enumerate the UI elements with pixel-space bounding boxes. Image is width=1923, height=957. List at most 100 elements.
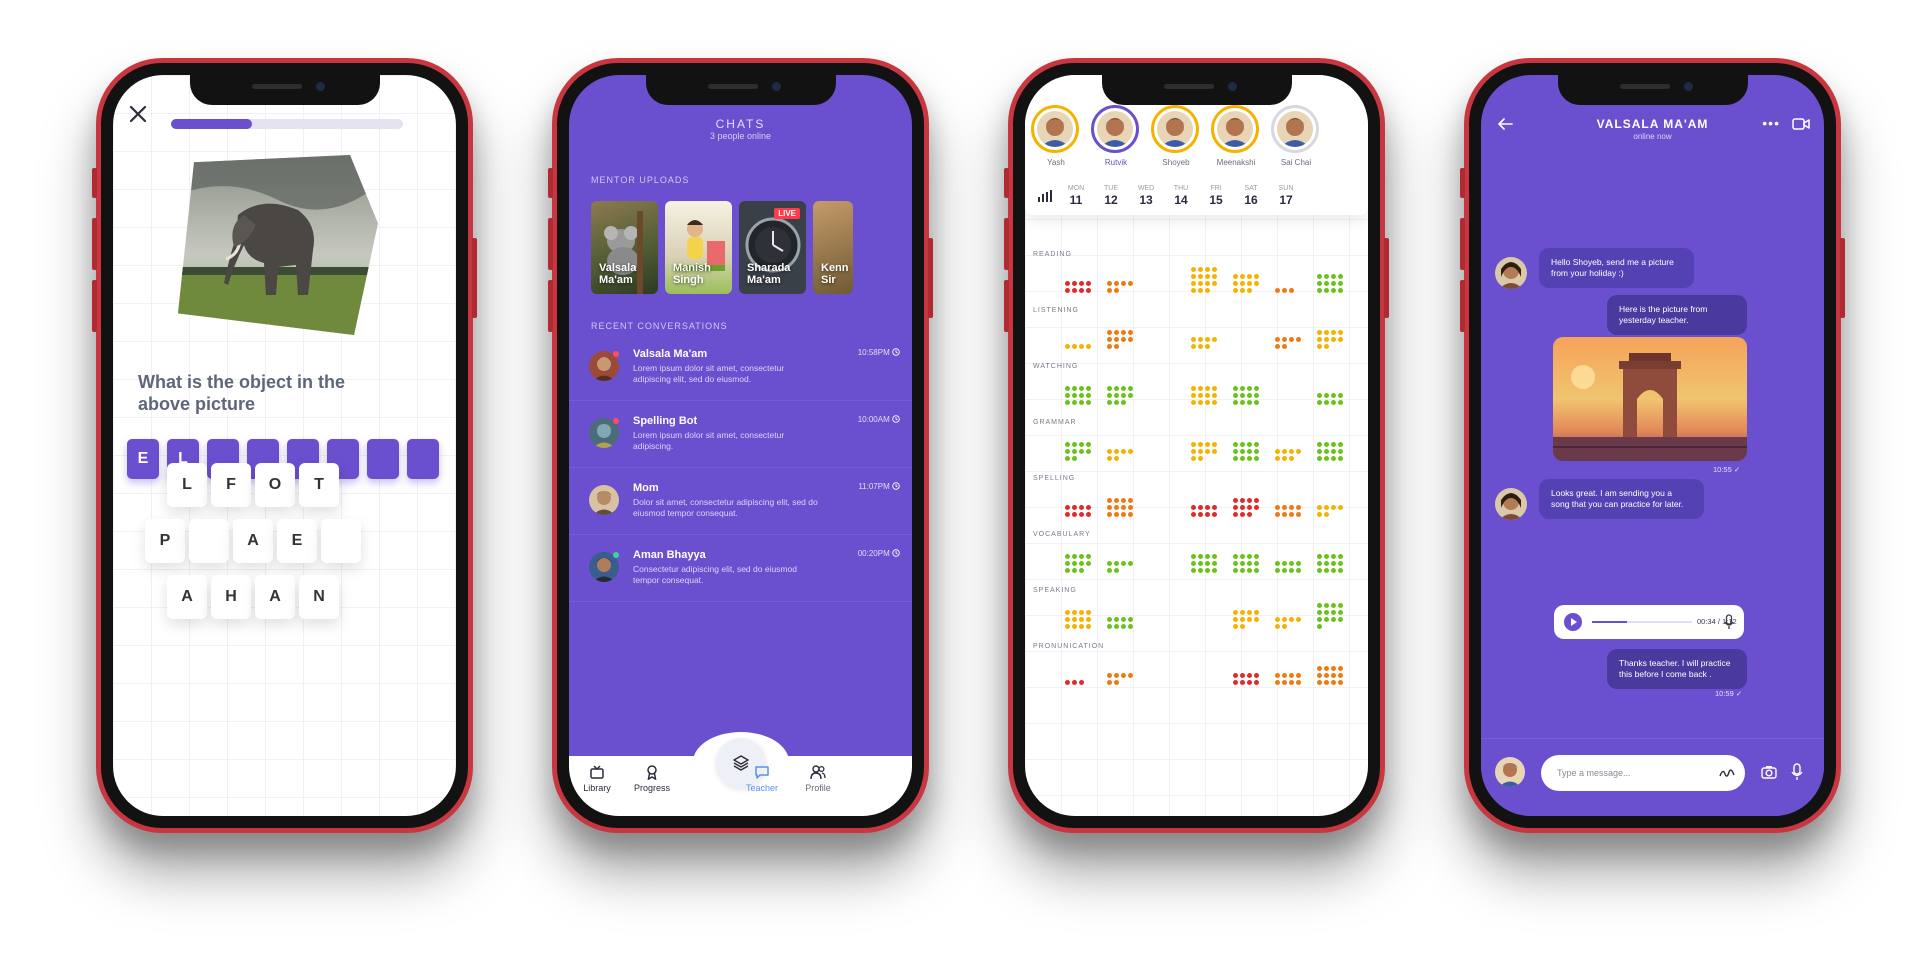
- skill-score-dots[interactable]: [1107, 561, 1133, 573]
- skill-score-dots[interactable]: [1317, 274, 1343, 293]
- skill-score-dots[interactable]: [1107, 498, 1133, 517]
- audio-player[interactable]: 00:34 / 1:12: [1554, 605, 1744, 639]
- letter-tile[interactable]: F: [211, 463, 251, 507]
- skill-score-dots[interactable]: [1317, 554, 1343, 573]
- more-icon[interactable]: •••: [1762, 115, 1780, 131]
- upload-card[interactable]: LIVE Sharada Ma'am: [739, 201, 806, 294]
- camera-icon[interactable]: [1761, 765, 1777, 784]
- tab-library[interactable]: Library: [572, 764, 622, 793]
- letter-tile[interactable]: A: [167, 575, 207, 619]
- skill-score-dots[interactable]: [1107, 617, 1133, 629]
- skill-score-dots[interactable]: [1065, 505, 1091, 517]
- skill-score-dots[interactable]: [1191, 337, 1217, 349]
- conversation-item[interactable]: Aman Bhayya Consectetur adipiscing elit, …: [569, 536, 912, 602]
- skill-score-dots[interactable]: [1275, 617, 1301, 629]
- skill-score-dots[interactable]: [1065, 442, 1091, 461]
- skill-score-dots[interactable]: [1317, 330, 1343, 349]
- score-dot: [1289, 456, 1294, 461]
- letter-tile[interactable]: H: [211, 575, 251, 619]
- letter-tile[interactable]: A: [255, 575, 295, 619]
- day-column[interactable]: SAT 16: [1236, 185, 1266, 207]
- skill-score-dots[interactable]: [1233, 442, 1259, 461]
- skill-score-dots[interactable]: [1317, 393, 1343, 405]
- skill-score-dots[interactable]: [1191, 386, 1217, 405]
- skill-score-dots[interactable]: [1065, 344, 1091, 349]
- message-input[interactable]: [1541, 755, 1745, 791]
- student-story[interactable]: Rutvik: [1091, 105, 1141, 167]
- audio-track[interactable]: [1592, 621, 1692, 623]
- mic-icon[interactable]: [1724, 614, 1734, 635]
- skill-score-dots[interactable]: [1191, 442, 1217, 461]
- skill-score-dots[interactable]: [1065, 680, 1091, 685]
- conversation-item[interactable]: Mom Dolor sit amet, consectetur adipiscin…: [569, 469, 912, 535]
- letter-tile[interactable]: T: [299, 463, 339, 507]
- day-column[interactable]: SUN 17: [1271, 185, 1301, 207]
- skill-score-dots[interactable]: [1275, 449, 1301, 461]
- student-story[interactable]: Meenakshi: [1211, 105, 1261, 167]
- tab-progress[interactable]: Progress: [627, 764, 677, 793]
- skill-score-dots[interactable]: [1275, 673, 1301, 685]
- day-column[interactable]: MON 11: [1061, 185, 1091, 207]
- skill-score-dots[interactable]: [1065, 610, 1091, 629]
- bar-chart-icon[interactable]: [1037, 189, 1053, 208]
- tab-profile[interactable]: Profile: [793, 764, 843, 793]
- skill-score-dots[interactable]: [1107, 330, 1133, 349]
- letter-tile[interactable]: O: [255, 463, 295, 507]
- letter-tile[interactable]: A: [233, 519, 273, 563]
- day-column[interactable]: FRI 15: [1201, 185, 1231, 207]
- upload-card[interactable]: Valsala Ma'am: [591, 201, 658, 294]
- letter-tile[interactable]: L: [167, 463, 207, 507]
- score-dot: [1317, 554, 1322, 559]
- skill-score-dots[interactable]: [1107, 673, 1133, 685]
- letter-tile[interactable]: [189, 519, 229, 563]
- student-story[interactable]: Sai Chai: [1271, 105, 1321, 167]
- skill-score-dots[interactable]: [1065, 554, 1091, 573]
- skill-score-dots[interactable]: [1191, 554, 1217, 573]
- skill-score-dots[interactable]: [1233, 498, 1259, 517]
- skill-score-dots[interactable]: [1065, 281, 1091, 293]
- day-column[interactable]: TUE 12: [1096, 185, 1126, 207]
- skill-score-dots[interactable]: [1233, 386, 1259, 405]
- letter-tile[interactable]: N: [299, 575, 339, 619]
- skill-score-dots[interactable]: [1317, 505, 1343, 517]
- answer-slot[interactable]: E: [127, 439, 159, 479]
- skill-score-dots[interactable]: [1191, 505, 1217, 517]
- skill-score-dots[interactable]: [1191, 267, 1217, 293]
- skill-score-dots[interactable]: [1317, 666, 1343, 685]
- skill-score-dots[interactable]: [1107, 386, 1133, 405]
- skill-score-dots[interactable]: [1275, 561, 1301, 573]
- skill-score-dots[interactable]: [1275, 337, 1301, 349]
- play-icon[interactable]: [1564, 613, 1582, 631]
- answer-slot[interactable]: [407, 439, 439, 479]
- skill-score-dots[interactable]: [1233, 673, 1259, 685]
- skill-score-dots[interactable]: [1107, 281, 1133, 293]
- score-dot: [1338, 568, 1343, 573]
- handwriting-icon[interactable]: [1719, 766, 1735, 785]
- mic-icon[interactable]: [1791, 763, 1803, 786]
- skill-score-dots[interactable]: [1275, 288, 1301, 293]
- conversation-item[interactable]: Valsala Ma'am Lorem ipsum dolor sit amet,…: [569, 335, 912, 401]
- letter-tile[interactable]: E: [277, 519, 317, 563]
- student-story[interactable]: Shoyeb: [1151, 105, 1201, 167]
- letter-tile[interactable]: [321, 519, 361, 563]
- skill-score-dots[interactable]: [1317, 442, 1343, 461]
- skill-score-dots[interactable]: [1233, 554, 1259, 573]
- answer-slot[interactable]: [367, 439, 399, 479]
- skill-score-dots[interactable]: [1233, 610, 1259, 629]
- skill-score-dots[interactable]: [1107, 449, 1133, 461]
- conversation-item[interactable]: Spelling Bot Lorem ipsum dolor sit amet, …: [569, 402, 912, 468]
- day-column[interactable]: THU 14: [1166, 185, 1196, 207]
- close-icon[interactable]: [127, 103, 149, 125]
- video-call-icon[interactable]: [1792, 117, 1810, 135]
- india-gate-photo[interactable]: [1553, 337, 1747, 461]
- skill-score-dots[interactable]: [1317, 603, 1343, 629]
- skill-score-dots[interactable]: [1065, 386, 1091, 405]
- skill-score-dots[interactable]: [1275, 505, 1301, 517]
- letter-tile[interactable]: P: [145, 519, 185, 563]
- skill-score-dots[interactable]: [1233, 274, 1259, 293]
- day-column[interactable]: WED 13: [1131, 185, 1161, 207]
- student-story[interactable]: Yash: [1031, 105, 1081, 167]
- upload-card[interactable]: Kenn Sir: [813, 201, 853, 294]
- upload-card[interactable]: Manish Singh: [665, 201, 732, 294]
- tab-teacher[interactable]: Teacher: [737, 764, 787, 793]
